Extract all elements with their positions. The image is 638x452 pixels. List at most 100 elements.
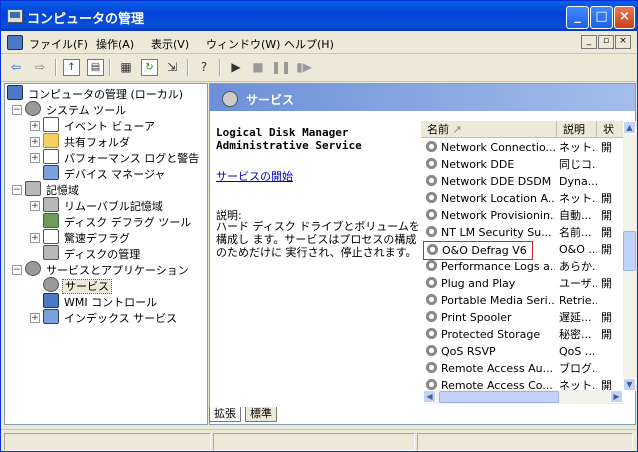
service-gear-icon <box>425 208 438 221</box>
tree-node-disk-management[interactable]: ディスクの管理 <box>43 245 142 261</box>
device-manager-icon <box>43 165 59 180</box>
service-row[interactable]: Network Location A...ネット...開 <box>421 190 621 207</box>
up-level-icon[interactable]: ↑ <box>63 59 80 76</box>
mdi-minimize-button[interactable]: _ <box>581 35 597 49</box>
computer-icon <box>7 85 23 100</box>
services-header-gear-icon <box>222 91 238 107</box>
service-gear-icon <box>425 259 438 272</box>
expand-fast-defrag-icon[interactable]: + <box>30 233 40 243</box>
expand-removable-storage-icon[interactable]: + <box>30 201 40 211</box>
services-apps-icon <box>25 261 41 276</box>
service-row[interactable]: Network Provisionin... 自動... 開 <box>421 207 621 224</box>
collapse-system-tools-icon[interactable]: − <box>12 105 22 115</box>
service-row[interactable]: Network Connectio...ネット...開 <box>421 139 621 156</box>
menu-file[interactable]: ファイル(F) <box>29 36 88 52</box>
service-row[interactable]: Performance Logs a...あらか... <box>421 258 621 275</box>
column-header-description[interactable]: 説明 <box>557 121 597 138</box>
tree-node-storage[interactable]: 記憶域 <box>25 181 81 197</box>
menu-bar: ファイル(F) 操作(A) 表示(V) ウィンドウ(W) ヘルプ(H) _ ▫ … <box>1 31 637 54</box>
tree-node-device-manager[interactable]: デバイス マネージャ <box>43 165 167 181</box>
tree-node-fast-defrag[interactable]: 驚速デフラグ <box>43 229 132 245</box>
restart-service-icon[interactable]: ▮▶ <box>295 58 313 76</box>
service-row[interactable]: Plug and Playユーザ...開 <box>421 275 621 292</box>
tree-node-disk-defrag[interactable]: ディスク デフラグ ツール <box>43 213 193 229</box>
panel-title: サービス <box>246 93 295 107</box>
tree-node-event-viewer[interactable]: イベント ビューア <box>43 117 157 133</box>
description-text: ハード ディスク ドライブとボリュームを構成し ます。サービスはプロセスの構成の… <box>216 220 420 259</box>
removable-storage-icon <box>43 197 59 212</box>
service-row[interactable]: QoS RSVP QoS ... <box>421 343 621 360</box>
services-list: 名前 ↗ 説明 状 Network Connectio...ネット...開 Ne… <box>421 121 631 407</box>
expand-performance-icon[interactable]: + <box>30 153 40 163</box>
service-gear-icon <box>425 140 438 153</box>
start-service-icon[interactable]: ▶ <box>227 58 245 76</box>
tree-node-removable-storage[interactable]: リムーバブル記憶域 <box>43 197 165 213</box>
help-icon[interactable]: ? <box>195 58 213 76</box>
tree-node-system-tools[interactable]: システム ツール <box>25 101 128 117</box>
service-row[interactable]: Network DDE同じコ... <box>421 156 621 173</box>
service-row[interactable]: Portable Media Seri...Retrie... <box>421 292 621 309</box>
collapse-services-apps-icon[interactable]: − <box>12 265 22 275</box>
window-title: コンピュータの管理 <box>27 12 145 27</box>
service-row[interactable]: Remote Access Au...ブログ... <box>421 360 621 377</box>
back-arrow-icon[interactable]: ⇦ <box>7 58 25 76</box>
service-row[interactable]: Print Spooler 遅延... 開 <box>421 309 621 326</box>
tree-node-computer-management[interactable]: コンピュータの管理 (ローカル) <box>7 85 185 101</box>
scroll-up-arrow-icon[interactable]: ▲ <box>623 121 636 134</box>
collapse-storage-icon[interactable]: − <box>12 185 22 195</box>
title-bar[interactable]: コンピュータの管理 _ □ × <box>1 1 637 31</box>
fast-defrag-icon <box>43 229 59 244</box>
service-row[interactable]: NT LM Security Su... 名前... 開 <box>421 224 621 241</box>
expand-event-viewer-icon[interactable]: + <box>30 121 40 131</box>
minimize-button[interactable]: _ <box>566 6 589 29</box>
start-service-link[interactable]: サービスの開始 <box>216 168 293 184</box>
window: コンピュータの管理 _ □ × ファイル(F) 操作(A) 表示(V) ウィンド… <box>0 0 638 452</box>
tree-node-index-service[interactable]: インデックス サービス <box>43 309 179 325</box>
tree-node-services-and-applications[interactable]: サービスとアプリケーション <box>25 261 191 277</box>
menu-action[interactable]: 操作(A) <box>96 36 134 52</box>
tree-node-wmi-control[interactable]: WMI コントロール <box>43 293 159 309</box>
system-menu-icon[interactable] <box>7 35 23 50</box>
expand-shared-folders-icon[interactable]: + <box>30 137 40 147</box>
menu-window[interactable]: ウィンドウ(W) <box>206 36 280 52</box>
toolbar-separator <box>219 59 221 76</box>
close-button[interactable]: × <box>614 6 635 29</box>
status-segment <box>213 433 415 451</box>
refresh-icon[interactable]: ↻ <box>141 59 158 76</box>
service-row-highlighted[interactable]: O&O Defrag V6 O&O ... 開 <box>421 241 621 260</box>
maximize-button[interactable]: □ <box>590 6 613 29</box>
mdi-close-button[interactable]: × <box>615 35 631 49</box>
tree-node-services[interactable]: サービス <box>43 277 112 294</box>
scroll-right-arrow-icon[interactable]: ▶ <box>610 390 623 403</box>
services-panel: サービス Logical Disk Manager Administrative… <box>209 83 636 425</box>
tab-extended[interactable]: 拡張 <box>209 407 241 422</box>
mdi-restore-button[interactable]: ▫ <box>598 35 614 49</box>
horizontal-scroll-thumb[interactable] <box>439 391 559 403</box>
expand-index-service-icon[interactable]: + <box>30 313 40 323</box>
scroll-left-arrow-icon[interactable]: ◀ <box>423 390 436 403</box>
export-list-icon[interactable]: ⇲ <box>163 58 181 76</box>
tab-standard[interactable]: 標準 <box>245 407 277 422</box>
service-gear-icon <box>425 157 438 170</box>
defrag-tool-icon <box>43 213 59 228</box>
forward-arrow-icon[interactable]: ⇨ <box>31 58 49 76</box>
column-header-name[interactable]: 名前 ↗ <box>421 121 557 138</box>
vertical-scroll-thumb[interactable] <box>623 231 636 271</box>
toolbar-separator <box>55 59 57 76</box>
tree-node-shared-folders[interactable]: 共有フォルダ <box>43 133 132 149</box>
stop-service-icon[interactable]: ■ <box>249 58 267 76</box>
pause-service-icon[interactable]: ❚❚ <box>271 58 291 76</box>
tree-node-performance-logs[interactable]: パフォーマンス ログと警告 <box>43 149 201 165</box>
menu-help[interactable]: ヘルプ(H) <box>284 36 334 52</box>
menu-view[interactable]: 表示(V) <box>151 36 189 52</box>
service-row[interactable]: Protected Storage 秘密... 開 <box>421 326 621 343</box>
properties-icon[interactable]: ▦ <box>117 58 135 76</box>
status-bar <box>1 429 637 452</box>
event-viewer-icon <box>43 117 59 132</box>
list-vertical-scrollbar[interactable]: ▲ ▼ <box>623 121 636 391</box>
show-hide-tree-icon[interactable]: ▤ <box>87 59 104 76</box>
list-horizontal-scrollbar[interactable]: ◀ ▶ <box>423 390 623 404</box>
scroll-down-arrow-icon[interactable]: ▼ <box>623 378 636 391</box>
disk-management-icon <box>43 245 59 260</box>
service-row[interactable]: Network DDE DSDM Dyna... <box>421 173 621 190</box>
